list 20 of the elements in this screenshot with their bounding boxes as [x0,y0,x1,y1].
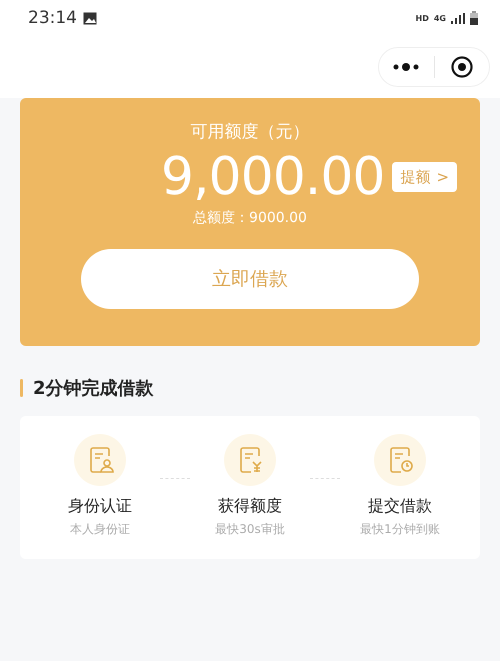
network-indicator: 4G [434,14,446,22]
total-quota: 总额度：9000.00 [193,209,307,227]
available-amount: 9,000.00 [160,147,384,207]
step-subtitle: 本人身份证 [70,521,130,538]
card-title: 可用额度（元） [190,121,310,143]
step-title: 身份认证 [68,496,132,517]
battery-icon [470,11,478,25]
target-icon [450,56,473,78]
step-subtitle: 最快30s审批 [215,521,285,538]
step-subtitle: 最快1分钟到账 [360,521,440,538]
section-heading: 2分钟完成借款 [33,377,154,400]
borrow-button[interactable]: 立即借款 [81,249,419,309]
step-title: 提交借款 [368,496,432,517]
step-title: 获得额度 [218,496,282,517]
signal-icon [451,12,465,24]
more-icon [393,63,420,71]
status-time: 23:14 [28,8,77,28]
hd-indicator: HD [416,14,429,22]
image-icon [83,12,97,24]
raise-limit-button[interactable]: 提额 > [392,162,458,192]
